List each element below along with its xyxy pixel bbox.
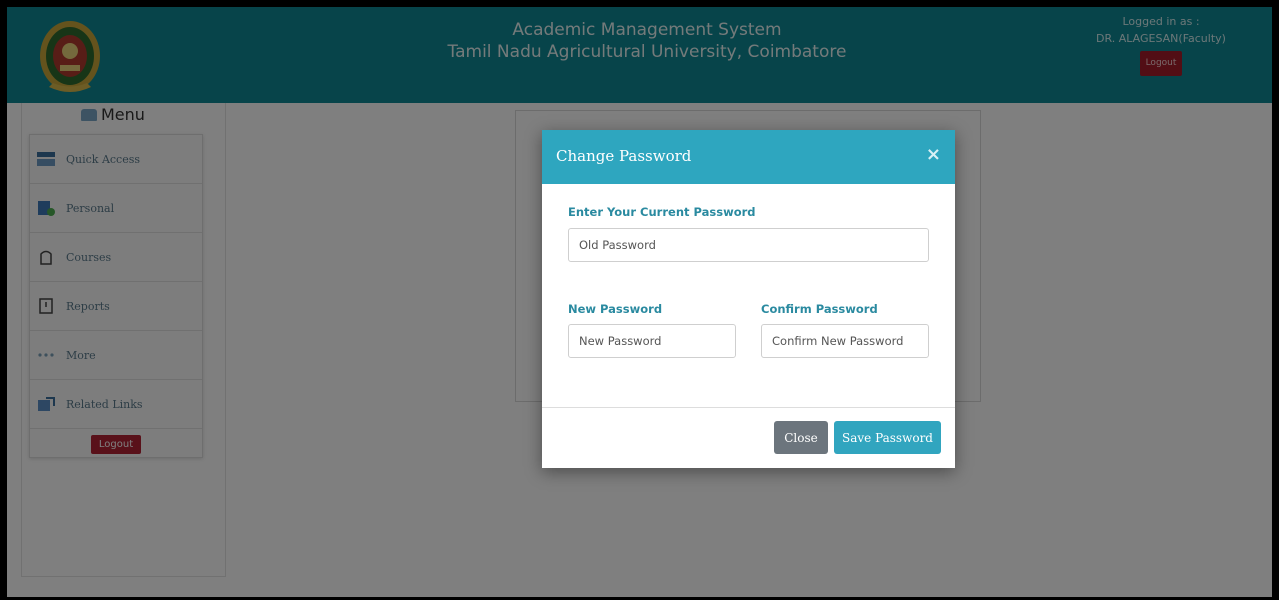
modal-title: Change Password bbox=[556, 147, 692, 165]
app-window: Academic Management System Tamil Nadu Ag… bbox=[7, 7, 1272, 597]
confirm-password-input[interactable]: Confirm New Password bbox=[761, 324, 929, 358]
confirm-password-label: Confirm Password bbox=[761, 302, 878, 316]
change-password-modal: Change Password × Enter Your Current Pas… bbox=[542, 130, 955, 468]
modal-header: Change Password × bbox=[542, 130, 955, 184]
new-password-label: New Password bbox=[568, 302, 663, 316]
save-password-button[interactable]: Save Password bbox=[834, 421, 941, 454]
modal-footer-divider bbox=[542, 407, 955, 408]
current-password-label: Enter Your Current Password bbox=[568, 205, 756, 219]
close-button[interactable]: Close bbox=[774, 421, 828, 454]
current-password-input[interactable]: Old Password bbox=[568, 228, 929, 262]
close-icon[interactable]: × bbox=[926, 144, 941, 165]
new-password-input[interactable]: New Password bbox=[568, 324, 736, 358]
